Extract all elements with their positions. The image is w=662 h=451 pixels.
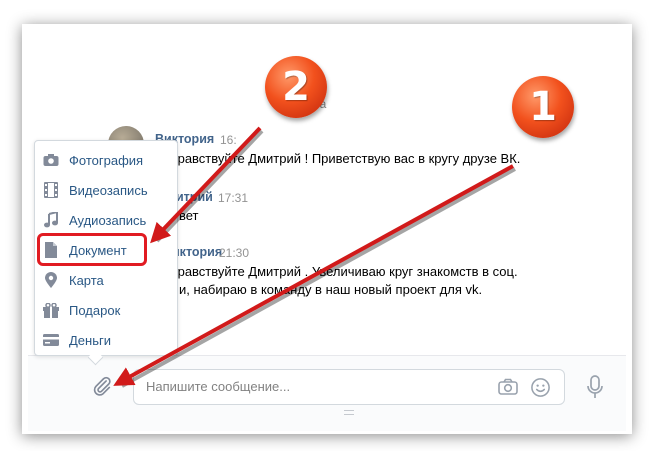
badge-number: 2 bbox=[282, 64, 310, 110]
annotation-badge-2: 2 bbox=[265, 56, 327, 118]
arrow-1 bbox=[113, 164, 514, 386]
badge-number: 1 bbox=[529, 84, 557, 130]
annotation-arrows bbox=[113, 126, 516, 388]
arrow-2 bbox=[150, 126, 262, 244]
annotation-badge-1: 1 bbox=[512, 76, 574, 138]
